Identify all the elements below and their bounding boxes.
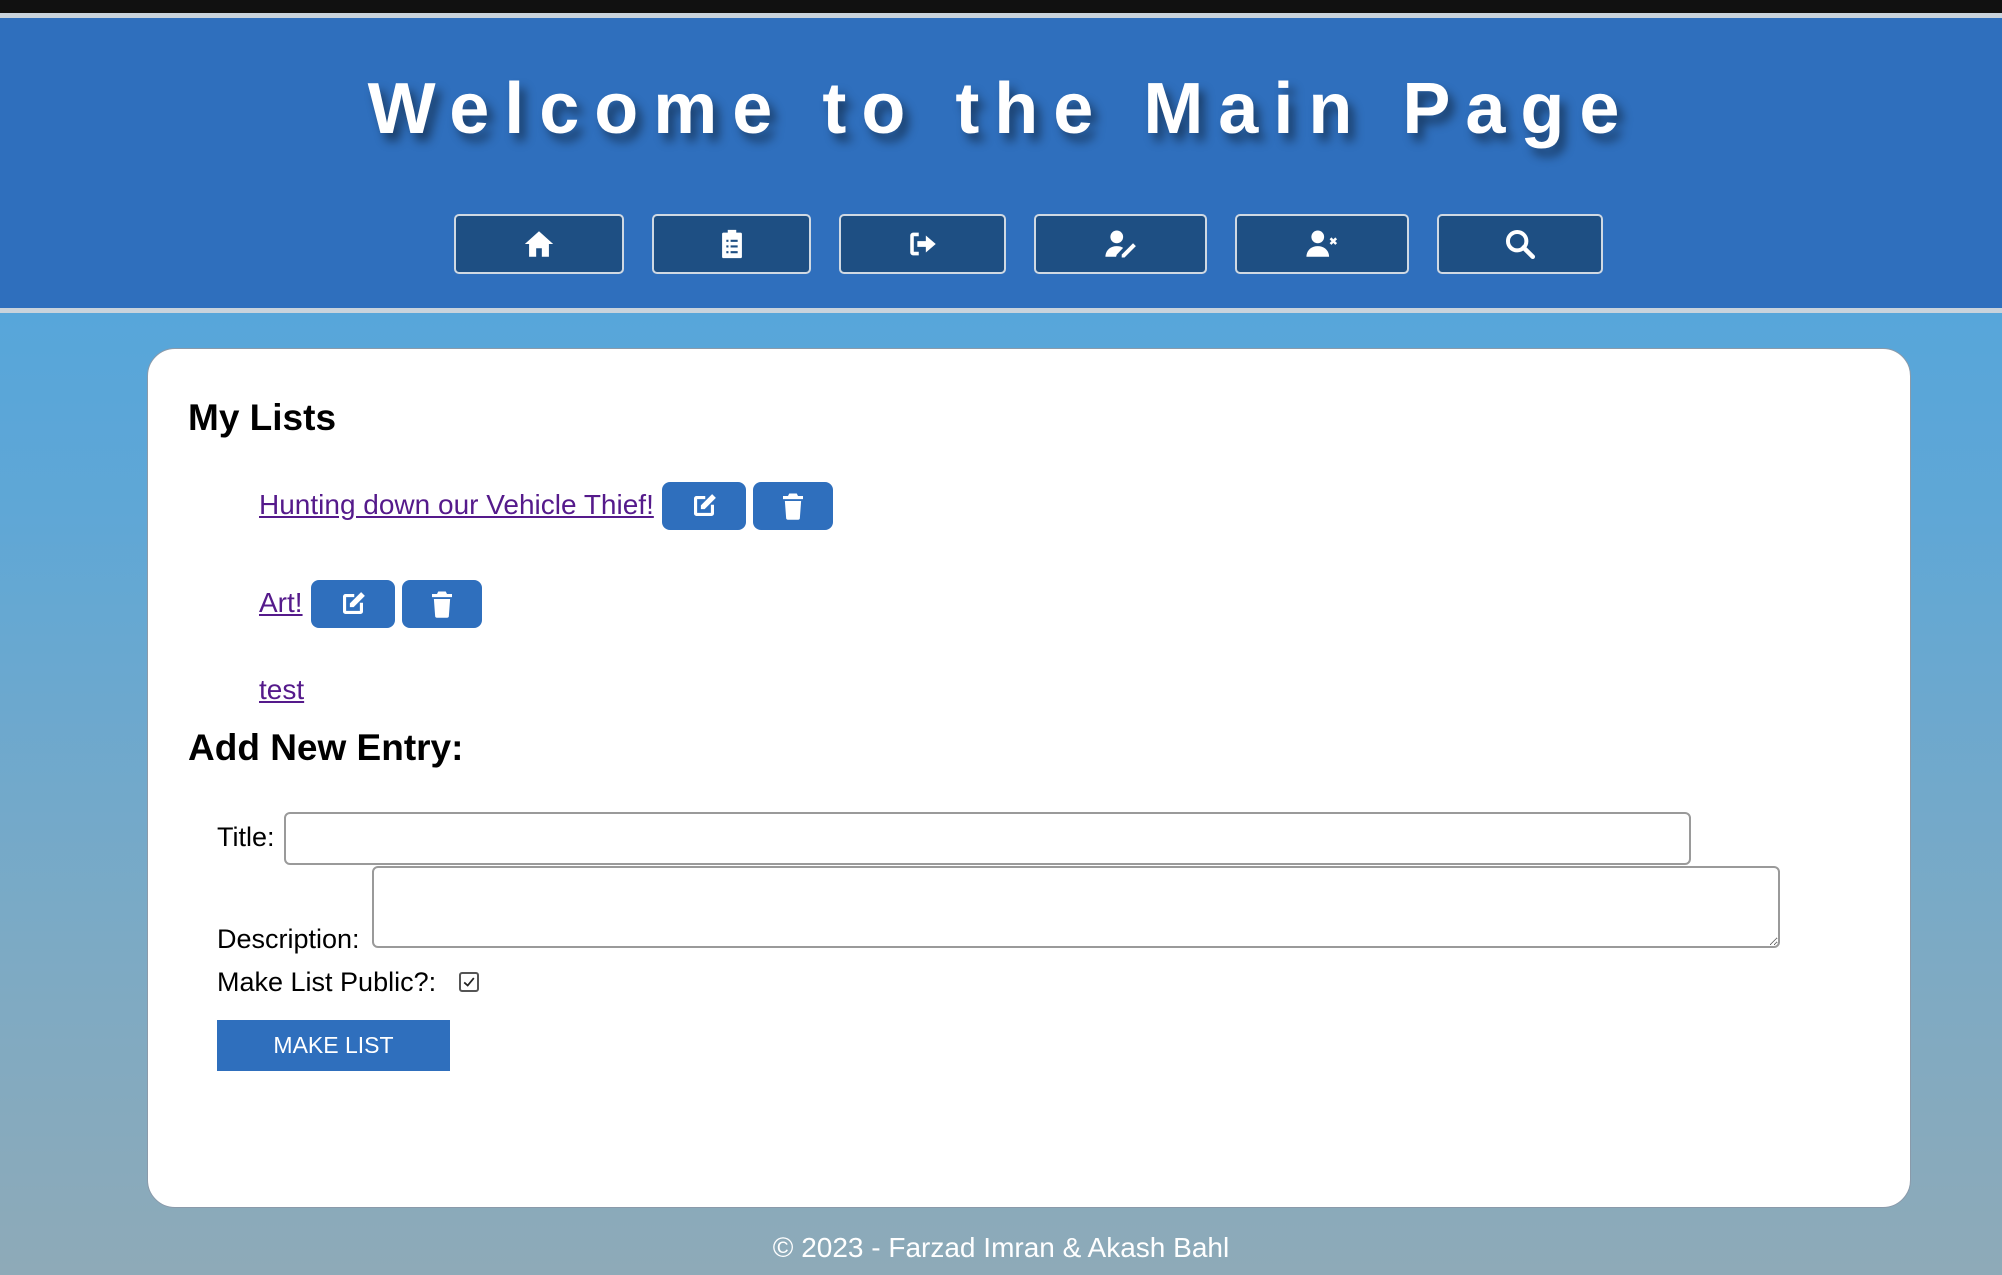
title-input[interactable]: [284, 812, 1691, 865]
page-title: Welcome to the Main Page: [367, 69, 1635, 149]
list-link-item[interactable]: test: [259, 674, 304, 706]
edit-icon: [343, 592, 365, 614]
main-card: My Lists Hunting down our Vehicle Thief!…: [147, 348, 1911, 1208]
nav-edit-profile-button[interactable]: [1034, 214, 1207, 274]
public-label: Make List Public?:: [217, 967, 437, 997]
checkmark-icon: [463, 977, 475, 987]
footer-copyright: © 2023 - Farzad Imran & Akash Bahl: [772, 1232, 1230, 1263]
description-input[interactable]: [372, 866, 1780, 948]
delete-list-button[interactable]: [402, 580, 482, 628]
nav-logout-button[interactable]: [839, 214, 1006, 274]
sign-out-icon: [909, 232, 936, 256]
nav-search-button[interactable]: [1437, 214, 1603, 274]
edit-list-button[interactable]: [662, 482, 746, 530]
clipboard-list-icon: [721, 229, 742, 259]
top-bar: [0, 0, 2002, 13]
trash-icon: [432, 591, 452, 618]
list-link-item[interactable]: Hunting down our Vehicle Thief!: [259, 489, 654, 521]
description-label: Description:: [217, 924, 360, 954]
delete-list-button[interactable]: [753, 482, 833, 530]
add-entry-heading: Add New Entry:: [188, 727, 464, 768]
nav-home-button[interactable]: [454, 214, 624, 274]
home-icon: [524, 231, 554, 257]
edit-icon: [694, 494, 716, 516]
user-remove-icon: [1306, 230, 1338, 257]
make-list-button[interactable]: MAKE LIST: [217, 1020, 450, 1071]
my-lists-heading: My Lists: [188, 397, 337, 438]
nav-delete-account-button[interactable]: [1235, 214, 1409, 274]
trash-icon: [783, 493, 803, 520]
user-edit-icon: [1104, 230, 1136, 258]
nav-lists-button[interactable]: [652, 214, 811, 274]
public-checkbox[interactable]: [459, 972, 479, 992]
search-icon: [1505, 229, 1536, 260]
list-link-item[interactable]: Art!: [259, 587, 303, 619]
page-header: Welcome to the Main Page: [0, 13, 2002, 313]
edit-list-button[interactable]: [311, 580, 395, 628]
title-label: Title:: [217, 822, 275, 852]
